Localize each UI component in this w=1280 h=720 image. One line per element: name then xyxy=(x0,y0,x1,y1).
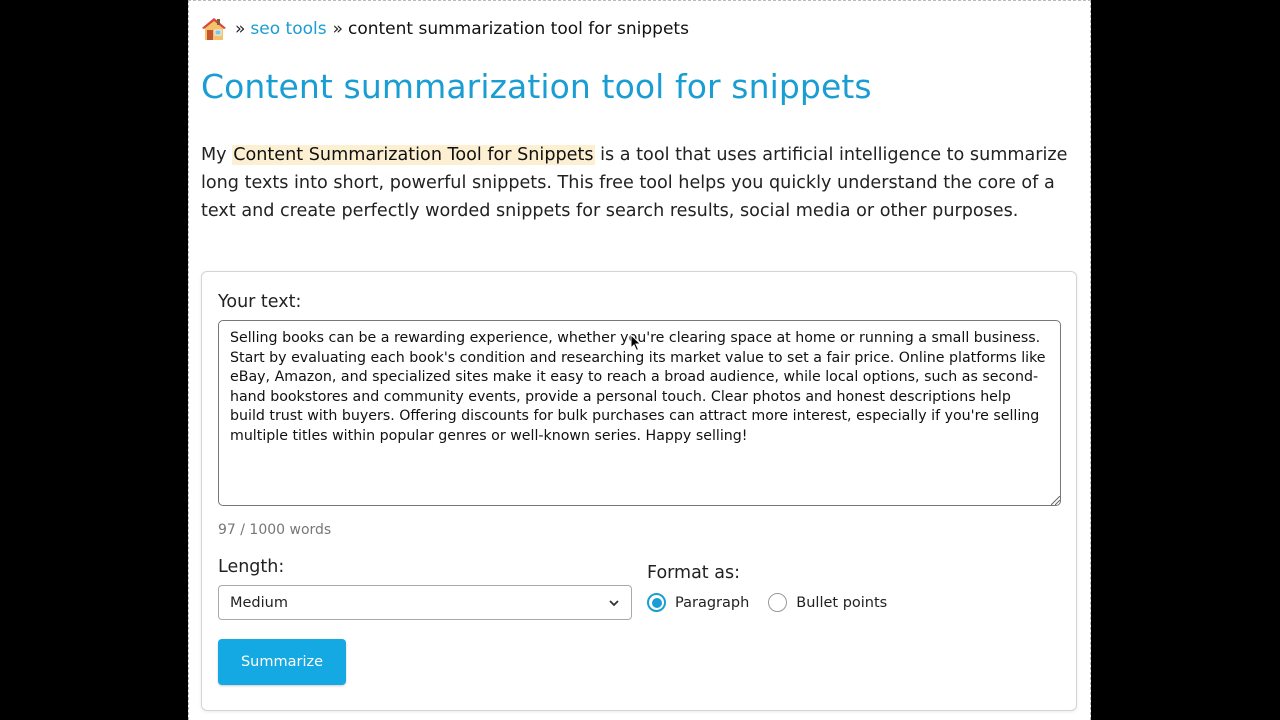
radio-label-bullet-points[interactable]: Bullet points xyxy=(796,595,887,611)
text-input[interactable]: Selling books can be a rewarding experie… xyxy=(218,320,1061,506)
page-container: » seo tools » content summarization tool… xyxy=(188,0,1091,720)
summarize-button[interactable]: Summarize xyxy=(218,639,346,685)
breadcrumb-current: content summarization tool for snippets xyxy=(347,19,689,39)
word-count: 97 / 1000 words xyxy=(218,522,332,538)
summarizer-form: Your text: Selling books can be a reward… xyxy=(201,271,1077,711)
page-title: Content summarization tool for snippets xyxy=(201,67,872,106)
breadcrumb-separator: » xyxy=(332,19,343,39)
intro-text-before: My xyxy=(201,145,233,165)
breadcrumb-link-seo-tools[interactable]: seo tools xyxy=(250,19,326,39)
radio-label-paragraph[interactable]: Paragraph xyxy=(675,595,749,611)
text-label: Your text: xyxy=(218,292,302,312)
home-icon[interactable] xyxy=(201,16,227,42)
radio-dot xyxy=(651,597,662,608)
intro-paragraph: My Content Summarization Tool for Snippe… xyxy=(201,141,1081,225)
length-label: Length: xyxy=(218,557,285,577)
intro-highlight: Content Summarization Tool for Snippets xyxy=(232,145,595,165)
breadcrumb: » seo tools » content summarization tool… xyxy=(201,15,689,43)
length-selected-value: Medium xyxy=(230,594,288,611)
format-radio-group: Paragraph Bullet points xyxy=(647,593,906,612)
chevron-down-icon xyxy=(609,600,619,607)
breadcrumb-separator: » xyxy=(235,19,246,39)
length-select[interactable]: Medium xyxy=(218,585,632,620)
radio-bullet-points[interactable] xyxy=(768,593,788,612)
resize-grip-icon[interactable] xyxy=(1051,496,1060,505)
format-label: Format as: xyxy=(647,563,740,583)
radio-paragraph[interactable] xyxy=(647,593,666,612)
